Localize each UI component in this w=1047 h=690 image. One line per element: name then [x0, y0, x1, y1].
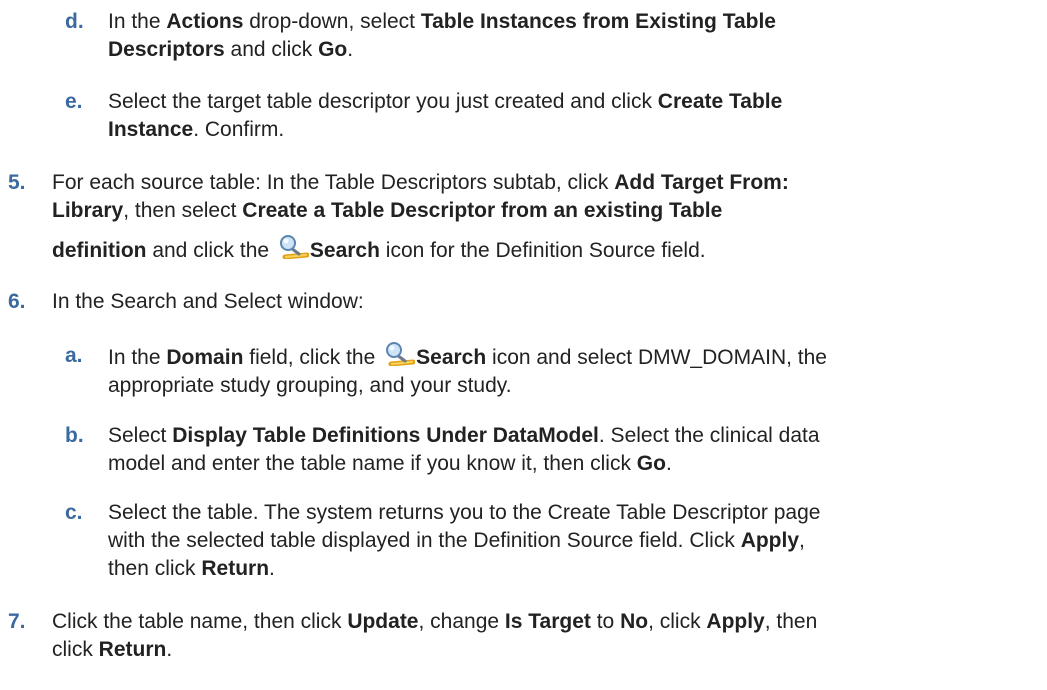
search-icon: [279, 235, 309, 259]
substep-e-text: Select the target table descriptor you j…: [108, 90, 783, 141]
step-7-marker: 7.: [8, 610, 26, 633]
step-5-text: For each source table: In the Table Desc…: [52, 171, 789, 262]
step-6-text: In the Search and Select window:: [52, 290, 364, 313]
substep-a-text: In the Domain field, click the Search ic…: [108, 342, 1008, 400]
step-7-text: Click the table name, then click Update,…: [52, 610, 818, 661]
substep-e-marker: e.: [65, 90, 83, 113]
substep-b-marker: b.: [65, 424, 84, 447]
step-5-marker: 5.: [8, 171, 26, 194]
substep-c-text: Select the table. The system returns you…: [108, 501, 821, 580]
substep-b-text: Select Display Table Definitions Under D…: [108, 424, 820, 475]
step-6-marker: 6.: [8, 290, 26, 313]
substep-d-marker: d.: [65, 10, 84, 33]
substep-d-text: In the Actions drop-down, select Table I…: [108, 10, 776, 61]
substep-c-marker: c.: [65, 501, 83, 524]
substep-a-marker: a.: [65, 344, 83, 367]
search-icon: [385, 342, 415, 366]
